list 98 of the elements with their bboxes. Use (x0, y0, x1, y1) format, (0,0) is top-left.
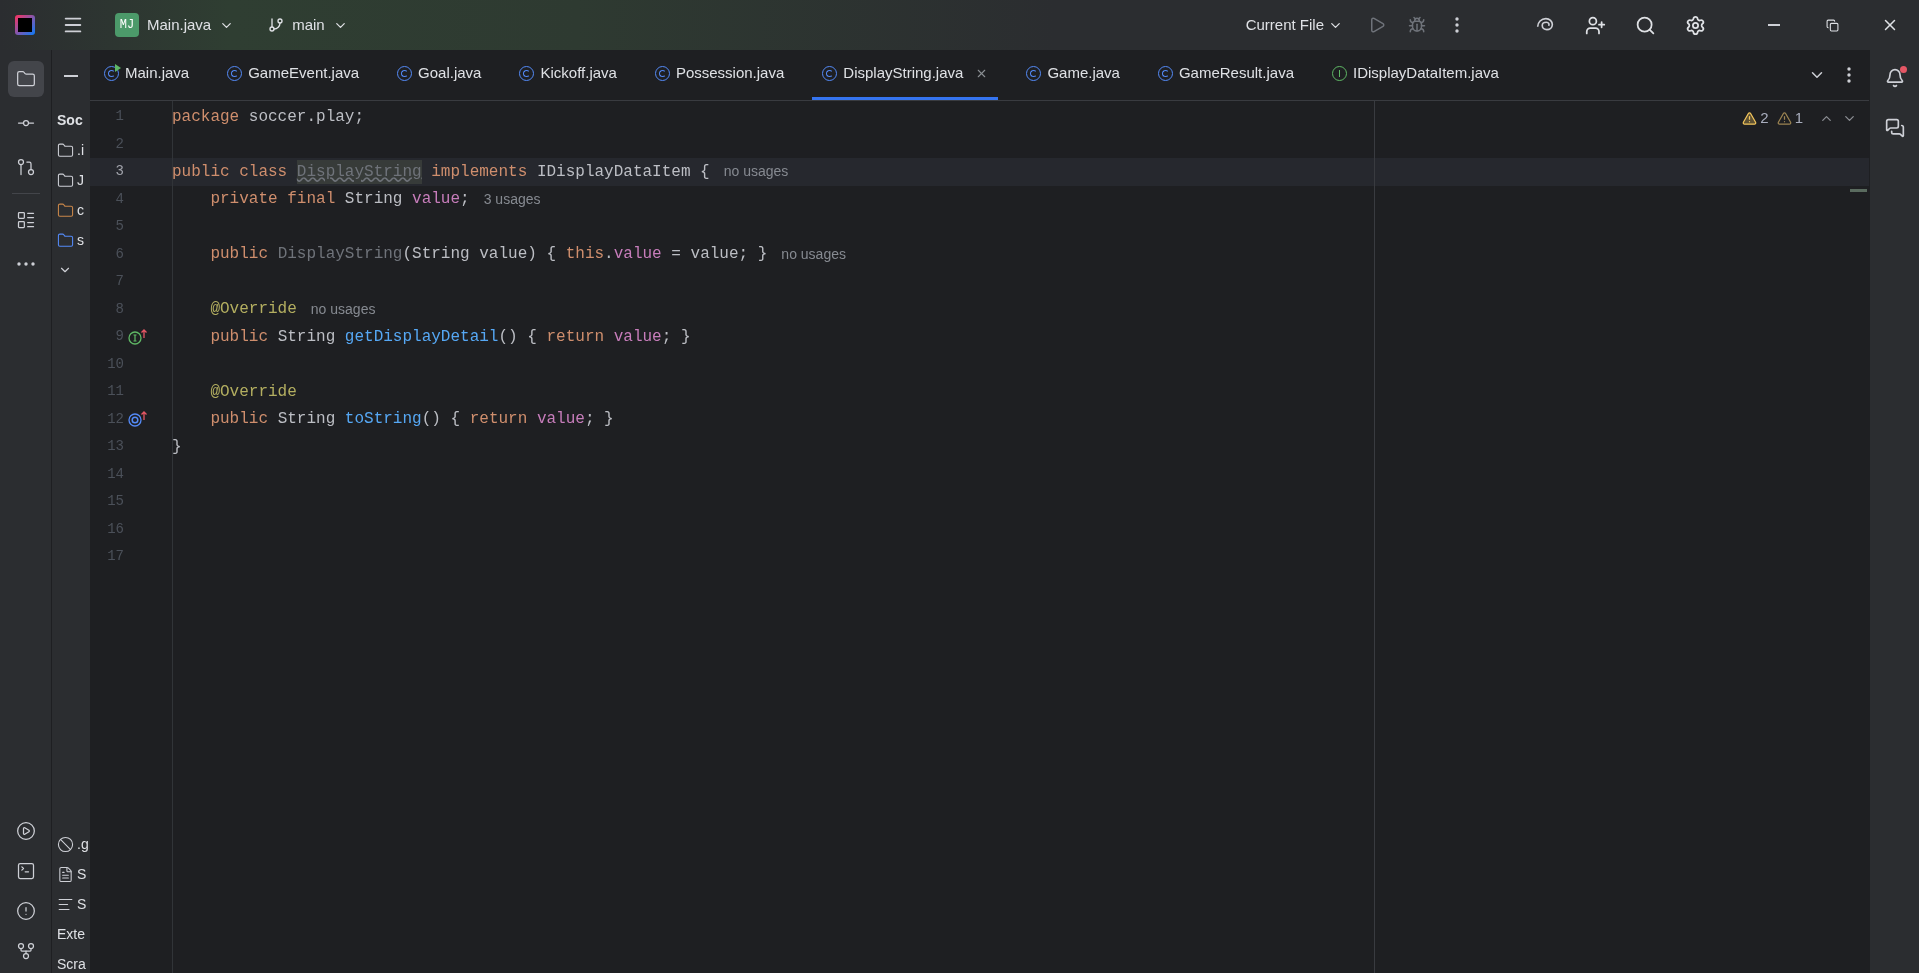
app-logo-icon[interactable] (15, 15, 35, 35)
more-icon (1455, 17, 1459, 33)
weak-warning-count: 1 (1794, 108, 1803, 128)
more-icon (1847, 67, 1851, 83)
bell-icon (1884, 68, 1905, 88)
keyword-text: implements (430, 161, 529, 183)
branch-selector[interactable]: main (268, 13, 348, 37)
run-configuration-selector[interactable]: Current File (1245, 13, 1343, 37)
keyword-text: public (209, 326, 269, 348)
code-text: String (277, 326, 337, 348)
search-icon (1634, 14, 1656, 36)
structure-icon (15, 210, 36, 230)
usages-hint[interactable]: no usages (723, 161, 789, 183)
tree-item[interactable]: S (77, 893, 87, 915)
folder-icon (57, 171, 74, 189)
chat-icon (1884, 118, 1905, 138)
tree-item[interactable]: Scra (57, 953, 86, 973)
settings-icon (1684, 14, 1706, 36)
folder-icon (57, 231, 74, 249)
code-text: . (604, 244, 614, 266)
play-icon (1368, 16, 1386, 34)
tree-item[interactable]: s (77, 229, 84, 251)
terminal-icon (15, 861, 36, 881)
play-circle-icon (15, 821, 36, 841)
pull-request-icon (15, 157, 36, 177)
code-text: } (172, 436, 182, 458)
keyword-text: this (565, 244, 605, 266)
code-text: (String value) { (402, 244, 558, 266)
overrides-method-icon[interactable] (128, 411, 148, 428)
field-name: value (536, 409, 585, 431)
keyword-text: return (546, 326, 606, 348)
warning-icon (1742, 110, 1758, 126)
weak-warning-icon (1776, 110, 1792, 126)
code-text: () { (421, 409, 462, 431)
usages-hint[interactable]: 3 usages (483, 188, 541, 210)
code-text: String (344, 189, 404, 211)
editor-tab[interactable]: GameEvent.java (217, 50, 370, 100)
tree-item[interactable]: .i (77, 139, 84, 161)
hide-icon (64, 74, 78, 77)
class-name: DisplayString (296, 159, 422, 184)
project-selector[interactable]: MJ Main.java (115, 13, 235, 37)
warning-count: 2 (1760, 108, 1769, 128)
keyword-text: package (172, 106, 241, 128)
file-icon (57, 865, 74, 883)
tree-item[interactable]: Exte (57, 923, 85, 945)
folder-icon (57, 141, 74, 159)
folder-icon (57, 201, 74, 219)
unused-name: DisplayString (277, 244, 403, 266)
keyword-text: public class (172, 161, 289, 183)
folder-icon (15, 69, 36, 89)
inspection-widget[interactable]: 2 1 (1742, 107, 1857, 130)
keyword-text: private final (209, 189, 337, 211)
editor-tab[interactable]: Kickoff.java (509, 50, 627, 100)
editor-tab[interactable]: IDisplayDataItem.java (1322, 50, 1509, 100)
code-text: ; } (661, 326, 691, 348)
code-text: soccer.play; (248, 106, 365, 128)
tree-item[interactable]: .g (77, 833, 89, 855)
implements-method-icon[interactable] (128, 328, 148, 345)
user-plus-icon (1584, 14, 1606, 36)
field-name: value (613, 244, 662, 266)
code-text: IDisplayDataItem { (536, 161, 710, 183)
bug-icon (1408, 16, 1426, 34)
tree-item[interactable]: J (77, 169, 84, 191)
editor-tab[interactable]: Goal.java (387, 50, 492, 100)
tree-item[interactable]: S (77, 863, 87, 885)
restore-icon (1825, 18, 1839, 32)
code-text: ; (460, 189, 470, 211)
project-badge: MJ (115, 13, 139, 37)
ignore-icon (57, 835, 74, 853)
editor-tab[interactable]: Main.java (94, 50, 200, 100)
usages-hint[interactable]: no usages (310, 298, 376, 320)
method-name: getDisplayDetail (344, 326, 499, 348)
scroll-marker (1850, 189, 1867, 192)
alert-icon (15, 901, 36, 921)
keyword-text: public (209, 244, 269, 266)
more-icon (16, 262, 35, 266)
code-text: ; } (584, 409, 614, 431)
keyword-text: return (469, 409, 529, 431)
editor-tab[interactable]: Possession.java (644, 50, 795, 100)
editor-tab[interactable]: GameResult.java (1147, 50, 1304, 100)
editor-tab[interactable]: Game.java (1016, 50, 1130, 100)
branch-icon (268, 17, 285, 33)
code-text: () { (498, 326, 538, 348)
tree-item[interactable]: c (77, 199, 84, 221)
git-icon (15, 941, 36, 961)
tree-item[interactable]: Soc (57, 109, 83, 131)
tool-window-button[interactable] (7, 61, 44, 97)
minimize-icon (1768, 24, 1780, 26)
line-number: 3 (114, 162, 124, 182)
usages-hint[interactable]: no usages (781, 243, 846, 265)
annotation-text: @Override (209, 381, 297, 403)
method-name: toString (344, 409, 422, 431)
keyword-text: public (209, 409, 269, 431)
code-text: String (277, 409, 337, 431)
field-name: value (412, 189, 461, 211)
field-name: value (613, 326, 662, 348)
code-text: = value; } (670, 244, 768, 266)
annotation-text: @Override (209, 299, 297, 321)
